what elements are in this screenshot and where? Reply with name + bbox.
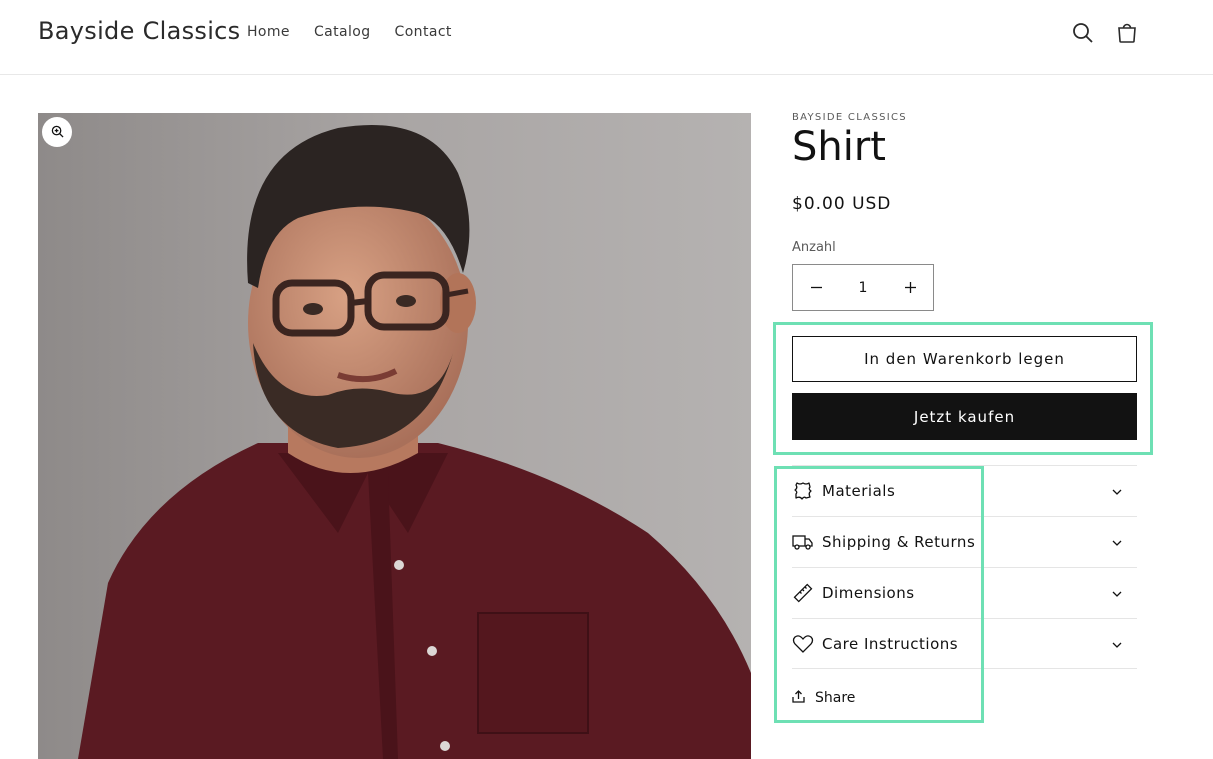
zoom-button[interactable] xyxy=(42,117,72,147)
site-header: Bayside Classics Home Catalog Contact xyxy=(0,0,1213,75)
chevron-down-icon xyxy=(1111,486,1123,498)
truck-icon xyxy=(792,531,814,553)
ruler-icon xyxy=(792,582,814,604)
chevron-down-icon xyxy=(1111,588,1123,600)
product-accordion: Materials Shipping & Returns Dimensions … xyxy=(792,465,1137,669)
main-nav: Home Catalog Contact xyxy=(247,24,452,40)
product-vendor: BAYSIDE CLASSICS xyxy=(792,112,907,123)
share-button[interactable]: Share xyxy=(792,688,855,707)
quantity-decrease-button[interactable] xyxy=(793,265,839,310)
quantity-input[interactable]: 1 xyxy=(839,280,887,296)
share-icon xyxy=(792,688,805,707)
nav-home[interactable]: Home xyxy=(247,24,290,40)
accordion-item-care[interactable]: Care Instructions xyxy=(792,618,1137,669)
product-image[interactable] xyxy=(38,113,751,759)
add-to-cart-button[interactable]: In den Warenkorb legen xyxy=(792,336,1137,382)
materials-icon xyxy=(792,480,814,502)
search-icon[interactable] xyxy=(1070,20,1096,46)
nav-contact[interactable]: Contact xyxy=(395,24,452,40)
chevron-down-icon xyxy=(1111,639,1123,651)
product-price: $0.00 USD xyxy=(792,194,892,214)
share-label: Share xyxy=(815,689,856,706)
cart-icon[interactable] xyxy=(1114,20,1140,46)
chevron-down-icon xyxy=(1111,537,1123,549)
quantity-stepper: 1 xyxy=(792,264,934,311)
accordion-label-materials: Materials xyxy=(822,482,896,500)
minus-icon xyxy=(810,278,822,297)
accordion-label-care: Care Instructions xyxy=(822,634,959,653)
zoom-icon xyxy=(51,123,64,142)
quantity-label: Anzahl xyxy=(792,240,836,255)
accordion-item-materials[interactable]: Materials xyxy=(792,465,1137,516)
buy-now-button[interactable]: Jetzt kaufen xyxy=(792,393,1137,440)
nav-catalog[interactable]: Catalog xyxy=(314,24,371,40)
accordion-item-shipping[interactable]: Shipping & Returns xyxy=(792,516,1137,567)
product-photo xyxy=(38,113,751,759)
heart-icon xyxy=(792,633,814,655)
accordion-label-shipping: Shipping & Returns xyxy=(822,533,976,551)
plus-icon xyxy=(904,278,916,297)
quantity-increase-button[interactable] xyxy=(887,265,933,310)
store-logo[interactable]: Bayside Classics xyxy=(38,17,240,45)
accordion-item-dimensions[interactable]: Dimensions xyxy=(792,567,1137,618)
product-title: Shirt xyxy=(792,124,886,170)
accordion-label-dimensions: Dimensions xyxy=(822,584,915,602)
